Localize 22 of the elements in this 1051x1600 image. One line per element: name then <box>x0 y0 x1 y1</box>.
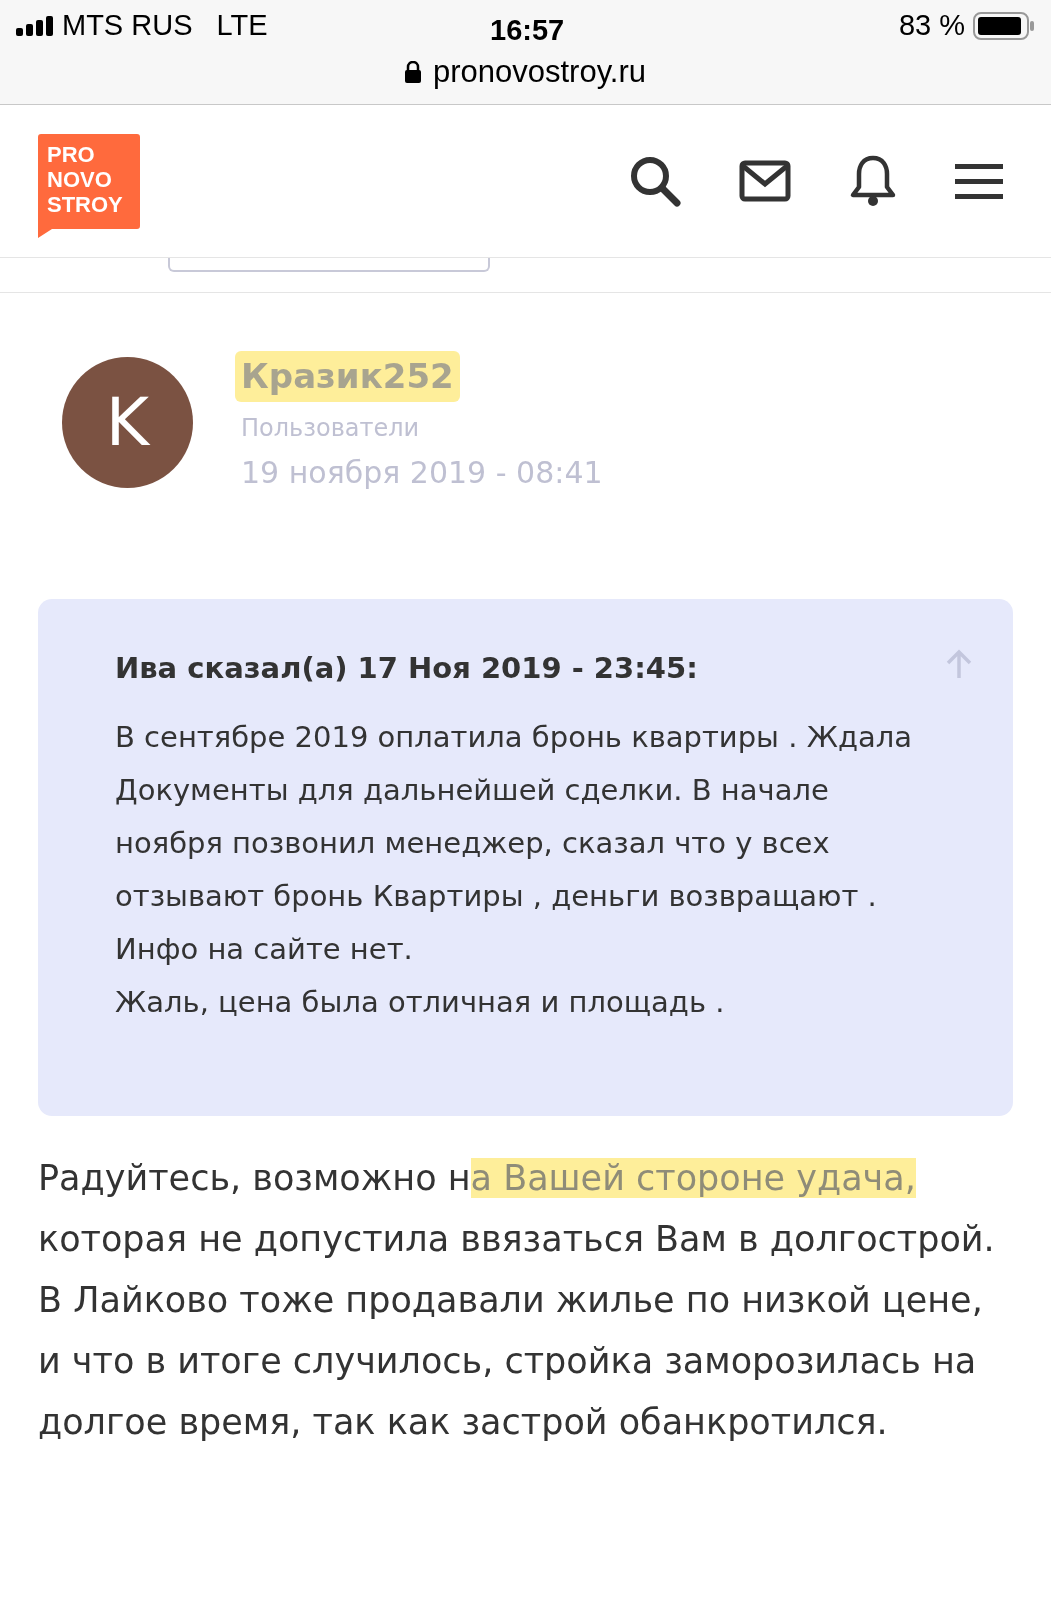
url-text[interactable]: pronovostroy.ru <box>432 48 647 96</box>
clock-time: 16:57 <box>490 13 565 48</box>
menu-icon[interactable] <box>955 162 1003 200</box>
network-type: LTE <box>216 8 268 44</box>
lock-icon <box>404 61 421 83</box>
search-icon[interactable] <box>629 155 681 207</box>
carrier-name: MTS RUS <box>62 8 193 44</box>
logo-text: PRO <box>47 141 96 167</box>
quote-text: Жаль, цена была отличная и площадь . <box>115 983 726 1021</box>
bell-icon[interactable] <box>849 155 897 207</box>
signal-icon <box>16 16 56 36</box>
mail-icon[interactable] <box>739 160 791 202</box>
battery-icon <box>973 12 1035 40</box>
logo-text: STROY <box>47 191 124 217</box>
battery-percent: 83 % <box>898 8 965 44</box>
logo-text: NOVO <box>47 166 113 192</box>
quote-text: В сентябре 2019 оплатила бронь квартиры . Ждала Документы для дальнейшей сделки. В начале ноября позвонил менеджер, сказал что у всех отзывают бронь Квартиры , деньги возвращают . Инфо на сайте нет. <box>115 718 913 968</box>
post-date: 19 ноября 2019 - 08:41 <box>241 454 603 492</box>
quote-title: Ива сказал(а) 17 Ноя 2019 - 23:45: <box>115 650 699 687</box>
post-text: Радуйтесь, возможно на Вашей стороне удача, которая не допустила ввязаться Вам в долгострой. В Лайково тоже продавали жилье по низкой цене, и что в итоге случилось, стройка заморозилась на долгое время, так как застрой обанкротился. <box>38 1157 996 1444</box>
avatar[interactable]: K <box>62 357 193 488</box>
user-group: Пользователи <box>241 410 603 446</box>
